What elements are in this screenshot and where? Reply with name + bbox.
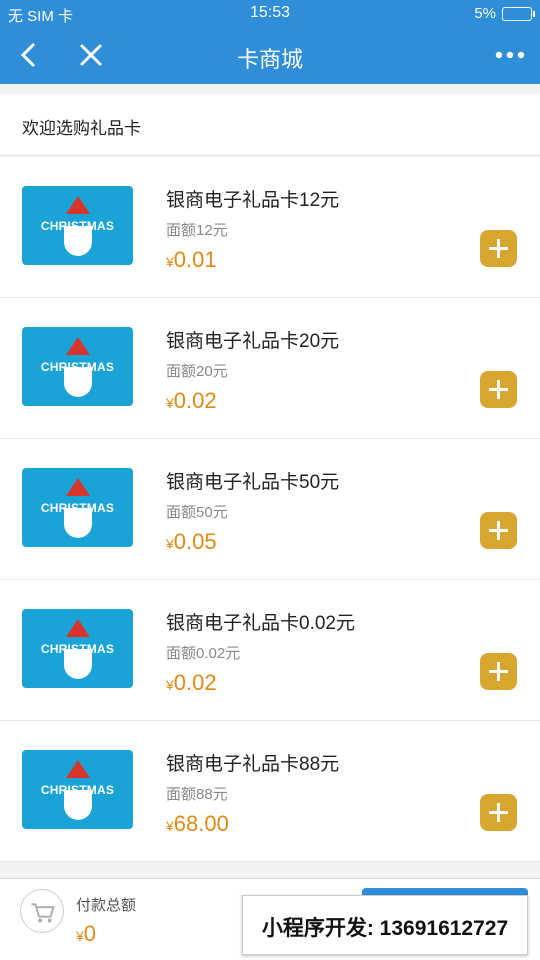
currency-symbol: ¥	[76, 928, 84, 944]
clock: 15:53	[249, 4, 291, 21]
price-value: 68.00	[173, 811, 229, 836]
add-to-cart-button[interactable]	[480, 512, 517, 549]
santa-hat-icon	[66, 337, 90, 355]
currency-symbol: ¥	[166, 818, 174, 834]
status-right: 5%	[474, 5, 535, 22]
price-value: 0.01	[173, 247, 217, 272]
app-header: 无 SIM 卡 15:53 5% 卡商城	[0, 0, 540, 84]
add-to-cart-button[interactable]	[480, 230, 517, 267]
card-art-sub: TIME	[70, 517, 85, 523]
product-price: ¥0.02	[166, 388, 217, 414]
currency-symbol: ¥	[166, 536, 174, 552]
product-price: ¥68.00	[166, 811, 229, 837]
price-value: 0.02	[173, 388, 217, 413]
santa-hat-icon	[66, 619, 90, 637]
developer-text: 小程序开发: 13691612727	[261, 917, 509, 940]
product-list: CHRISTMAS TIME 银商电子礼品卡12元 面额12元 ¥0.01 CHRISTM…	[0, 157, 540, 862]
product-face-value: 面额20元	[166, 363, 228, 380]
product-name: 银商电子礼品卡50元	[166, 472, 340, 493]
price-value: 0.02	[173, 670, 217, 695]
product-item[interactable]: CHRISTMAS TIME 银商电子礼品卡50元面额50元 ¥0.05	[0, 439, 540, 580]
total-value: 0	[83, 921, 97, 946]
card-art-sub: TIME	[70, 235, 85, 241]
product-name: 银商电子礼品卡0.02元	[166, 613, 355, 634]
card-art-sub: TIME	[70, 658, 85, 664]
card-art-sub: TIME	[70, 799, 85, 805]
developer-watermark: 小程序开发: 13691612727	[242, 895, 528, 955]
card-art-word: CHRISTMAS	[40, 642, 115, 656]
card-art-word: CHRISTMAS	[40, 360, 115, 374]
status-bar: 无 SIM 卡 15:53 5%	[0, 0, 540, 28]
card-thumbnail: CHRISTMAS TIME	[22, 609, 133, 688]
card-thumbnail: CHRISTMAS TIME	[22, 186, 133, 265]
price-value: 0.05	[173, 529, 217, 554]
product-price: ¥0.05	[166, 529, 217, 555]
currency-symbol: ¥	[166, 254, 174, 270]
product-name: 银商电子礼品卡12元	[166, 190, 340, 211]
welcome-banner: 欢迎选购礼品卡	[0, 94, 540, 156]
card-art-word: CHRISTMAS	[40, 219, 115, 233]
santa-hat-icon	[66, 478, 90, 496]
product-item[interactable]: CHRISTMAS TIME 银商电子礼品卡0.02元面额0.02元 ¥0.02	[0, 580, 540, 721]
battery-percent: 5%	[474, 5, 496, 22]
add-to-cart-button[interactable]	[480, 653, 517, 690]
product-face-value: 面额12元	[166, 222, 228, 239]
welcome-text: 欢迎选购礼品卡	[22, 119, 141, 138]
nav-bar: 卡商城	[0, 28, 540, 84]
card-art-sub: TIME	[70, 376, 85, 382]
product-face-value: 面额0.02元	[166, 645, 241, 662]
santa-hat-icon	[66, 196, 90, 214]
currency-symbol: ¥	[166, 677, 174, 693]
product-price: ¥0.02	[166, 670, 217, 696]
product-name: 银商电子礼品卡20元	[166, 331, 340, 352]
add-to-cart-button[interactable]	[480, 371, 517, 408]
card-thumbnail: CHRISTMAS TIME	[22, 750, 133, 829]
card-art-word: CHRISTMAS	[40, 501, 115, 515]
card-art-word: CHRISTMAS	[40, 783, 115, 797]
cart-icon[interactable]	[20, 889, 64, 933]
card-thumbnail: CHRISTMAS TIME	[22, 468, 133, 547]
product-item[interactable]: CHRISTMAS TIME 银商电子礼品卡88元面额88元 ¥68.00	[0, 721, 540, 862]
product-name: 银商电子礼品卡88元	[166, 754, 340, 775]
product-face-value: 面额50元	[166, 504, 228, 521]
product-item[interactable]: CHRISTMAS TIME 银商电子礼品卡12元面额12元 ¥0.01	[0, 157, 540, 298]
product-face-value: 面额88元	[166, 786, 228, 803]
product-price: ¥0.01	[166, 247, 217, 273]
add-to-cart-button[interactable]	[480, 794, 517, 831]
total-amount: ¥0	[76, 921, 96, 947]
total-label: 付款总额	[76, 897, 137, 914]
currency-symbol: ¥	[166, 395, 174, 411]
page-title: 卡商城	[236, 47, 303, 72]
santa-hat-icon	[66, 760, 90, 778]
product-item[interactable]: CHRISTMAS TIME 银商电子礼品卡20元面额20元 ¥0.02	[0, 298, 540, 439]
card-thumbnail: CHRISTMAS TIME	[22, 327, 133, 406]
more-icon[interactable]	[492, 40, 528, 70]
battery-icon	[502, 6, 535, 21]
